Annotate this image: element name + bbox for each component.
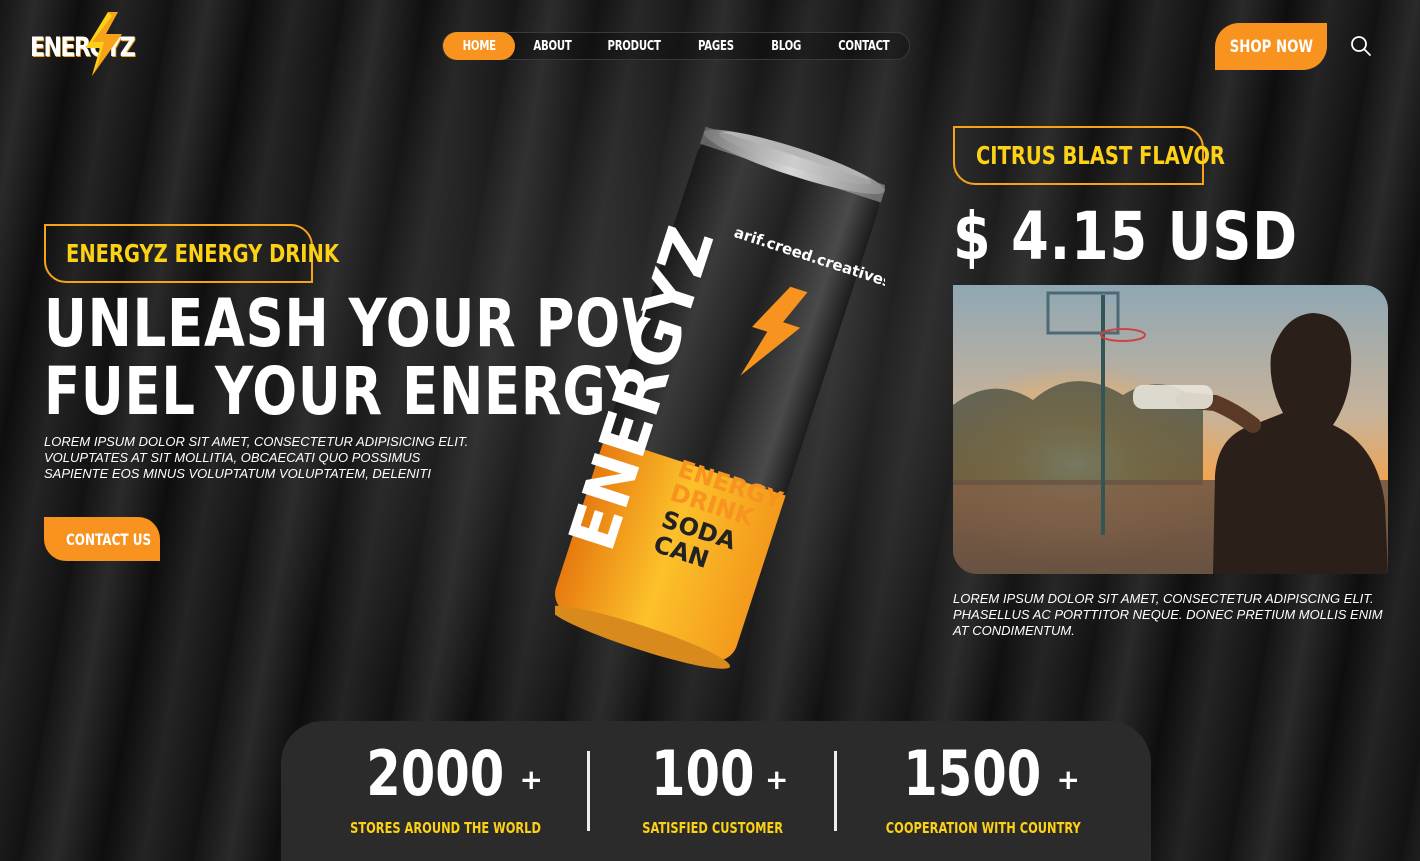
plus-sign: + xyxy=(1056,763,1081,796)
brand-logo[interactable]: ENERGYZ xyxy=(28,12,136,76)
stat-value: 100 xyxy=(650,737,755,810)
hero-headline: UNLEASH YOUR POWER, FUEL YOUR ENERGY xyxy=(44,285,781,430)
headline-line-1: UNLEASH YOUR POWER, xyxy=(44,285,781,362)
product-tag-text: ENERGYZ ENERGY DRINK xyxy=(66,239,339,268)
nav-home[interactable]: HOME xyxy=(443,32,515,60)
athlete-drinking-photo xyxy=(953,285,1388,574)
nav-contact[interactable]: CONTACT xyxy=(819,32,909,60)
flavor-tag: CITRUS BLAST FLAVOR xyxy=(953,126,1225,185)
stat-label: COOPERATION WITH COUNTRY xyxy=(885,819,1081,837)
nav-blog[interactable]: BLOG xyxy=(754,32,820,60)
stat-label: SATISFIED CUSTOMER xyxy=(642,819,784,837)
plus-sign: + xyxy=(764,763,789,796)
lightning-bolt-icon xyxy=(86,12,122,76)
stat-customers: 100 + SATISFIED CUSTOMER xyxy=(573,721,853,861)
nav-about[interactable]: ABOUT xyxy=(515,32,591,60)
contact-us-button[interactable]: CONTACT US xyxy=(44,517,160,561)
stat-value: 1500 xyxy=(903,737,1042,810)
nav-pages[interactable]: PAGES xyxy=(678,32,754,60)
plus-sign: + xyxy=(519,763,544,796)
product-tag: ENERGYZ ENERGY DRINK xyxy=(44,224,339,283)
headline-line-2: FUEL YOUR ENERGY xyxy=(44,353,645,430)
shop-now-button[interactable]: SHOP NOW xyxy=(1215,23,1327,70)
flavor-description: LOREM IPSUM DOLOR SIT AMET, CONSECTETUR … xyxy=(953,591,1383,638)
price: $ 4.15 USD xyxy=(953,198,1298,275)
search-icon[interactable] xyxy=(1350,35,1372,57)
stat-value: 2000 xyxy=(366,737,505,810)
hero-description: LOREM IPSUM DOLOR SIT AMET, CONSECTETUR … xyxy=(44,434,469,481)
energy-drink-can-image: ENERGYZ arif.creed.creatives ENERGY DRIN… xyxy=(555,126,885,669)
stats-panel: 2000 + STORES AROUND THE WORLD 100 + SATIS… xyxy=(281,721,1151,861)
nav-product[interactable]: PRODUCT xyxy=(590,32,678,60)
divider xyxy=(834,751,837,831)
main-nav: HOME ABOUT PRODUCT PAGES BLOG CONTACT xyxy=(442,32,910,60)
stat-stores: 2000 + STORES AROUND THE WORLD xyxy=(306,721,586,861)
flavor-tag-text: CITRUS BLAST FLAVOR xyxy=(976,141,1225,170)
stat-label: STORES AROUND THE WORLD xyxy=(350,819,542,837)
stat-countries: 1500 + COOPERATION WITH COUNTRY xyxy=(843,721,1123,861)
